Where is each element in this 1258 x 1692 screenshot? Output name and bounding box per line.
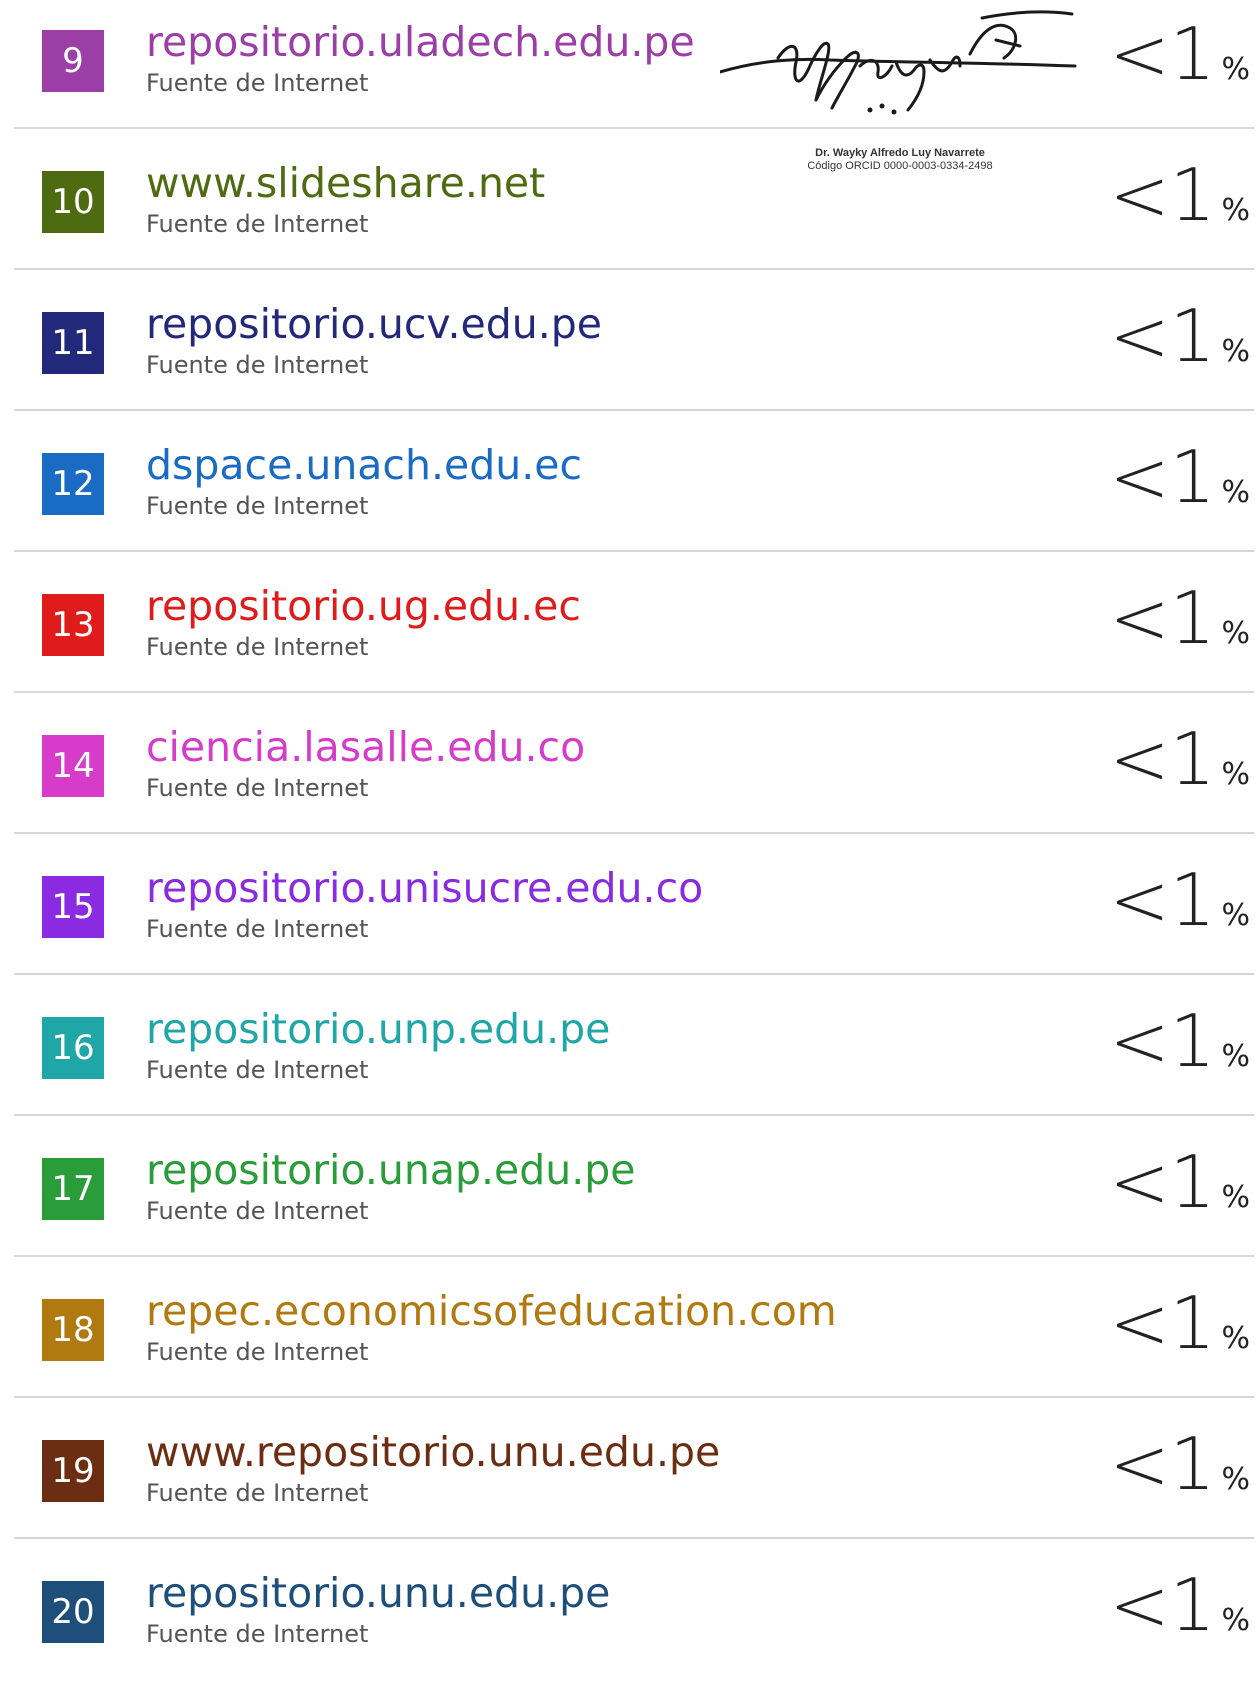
handwritten-signature-image <box>718 10 1077 115</box>
source-link[interactable]: www.slideshare.net <box>146 159 545 207</box>
match-percentage: <1% <box>1109 437 1250 517</box>
match-percentage: <1% <box>1109 1283 1250 1363</box>
source-row-19: 19 www.repositorio.unu.edu.pe Fuente de … <box>0 1410 1258 1551</box>
percent-sign: % <box>1221 757 1250 792</box>
source-number-badge: 18 <box>42 1299 104 1361</box>
row-divider <box>14 691 1254 693</box>
source-row-12: 12 dspace.unach.edu.ec Fuente de Interne… <box>0 423 1258 564</box>
match-percentage: <1% <box>1109 578 1250 658</box>
source-link[interactable]: repositorio.unisucre.edu.co <box>146 864 703 912</box>
percent-sign: % <box>1221 898 1250 933</box>
percent-value: <1 <box>1109 999 1216 1083</box>
source-link[interactable]: repositorio.uladech.edu.pe <box>146 18 695 66</box>
source-number-badge: 19 <box>42 1440 104 1502</box>
source-link[interactable]: www.repositorio.unu.edu.pe <box>146 1428 720 1476</box>
source-link[interactable]: repositorio.unu.edu.pe <box>146 1569 610 1617</box>
signature-block: Dr. Wayky Alfredo Luy Navarrete Código O… <box>718 0 1080 182</box>
percent-value: <1 <box>1109 1140 1216 1224</box>
source-row-14: 14 ciencia.lasalle.edu.co Fuente de Inte… <box>0 705 1258 846</box>
source-number-badge: 11 <box>42 312 104 374</box>
source-type: Fuente de Internet <box>146 210 369 238</box>
match-percentage: <1% <box>1109 1424 1250 1504</box>
source-row-16: 16 repositorio.unp.edu.pe Fuente de Inte… <box>0 987 1258 1128</box>
percent-sign: % <box>1221 1462 1250 1497</box>
source-row-11: 11 repositorio.ucv.edu.pe Fuente de Inte… <box>0 282 1258 423</box>
source-link[interactable]: repositorio.ucv.edu.pe <box>146 300 602 348</box>
percent-sign: % <box>1221 1039 1250 1074</box>
source-type: Fuente de Internet <box>146 915 369 943</box>
source-link[interactable]: repositorio.unap.edu.pe <box>146 1146 636 1194</box>
source-number-badge: 12 <box>42 453 104 515</box>
match-percentage: <1% <box>1109 296 1250 376</box>
source-type: Fuente de Internet <box>146 492 369 520</box>
percent-value: <1 <box>1109 1422 1216 1506</box>
percent-sign: % <box>1221 475 1250 510</box>
source-number-badge: 10 <box>42 171 104 233</box>
percent-value: <1 <box>1109 12 1216 96</box>
source-type: Fuente de Internet <box>146 351 369 379</box>
row-divider <box>14 973 1254 975</box>
source-type: Fuente de Internet <box>146 774 369 802</box>
percent-value: <1 <box>1109 1281 1216 1365</box>
match-percentage: <1% <box>1109 1001 1250 1081</box>
source-number-badge: 13 <box>42 594 104 656</box>
source-type: Fuente de Internet <box>146 1479 369 1507</box>
row-divider <box>14 1255 1254 1257</box>
signature-orcid: Código ORCID 0000-0003-0334-2498 <box>807 160 993 172</box>
source-type: Fuente de Internet <box>146 1338 369 1366</box>
source-type: Fuente de Internet <box>146 1056 369 1084</box>
source-number-badge: 9 <box>42 30 104 92</box>
source-link[interactable]: ciencia.lasalle.edu.co <box>146 723 585 771</box>
source-number-badge: 15 <box>42 876 104 938</box>
source-link[interactable]: repositorio.unp.edu.pe <box>146 1005 610 1053</box>
signature-name: Dr. Wayky Alfredo Luy Navarrete <box>815 147 985 159</box>
percent-value: <1 <box>1109 576 1216 660</box>
source-type: Fuente de Internet <box>146 1197 369 1225</box>
source-number-badge: 20 <box>42 1581 104 1643</box>
source-number-badge: 14 <box>42 735 104 797</box>
source-row-17: 17 repositorio.unap.edu.pe Fuente de Int… <box>0 1128 1258 1269</box>
match-percentage: <1% <box>1109 719 1250 799</box>
match-percentage: <1% <box>1109 1565 1250 1645</box>
source-link[interactable]: repositorio.ug.edu.ec <box>146 582 581 630</box>
percent-value: <1 <box>1109 435 1216 519</box>
match-percentage: <1% <box>1109 155 1250 235</box>
row-divider <box>14 409 1254 411</box>
source-number-badge: 17 <box>42 1158 104 1220</box>
percent-value: <1 <box>1109 717 1216 801</box>
row-divider <box>14 550 1254 552</box>
source-row-13: 13 repositorio.ug.edu.ec Fuente de Inter… <box>0 564 1258 705</box>
percent-sign: % <box>1221 1321 1250 1356</box>
match-percentage: <1% <box>1109 1142 1250 1222</box>
percent-sign: % <box>1221 1603 1250 1638</box>
percent-value: <1 <box>1109 858 1216 942</box>
percent-sign: % <box>1221 616 1250 651</box>
match-percentage: <1% <box>1109 14 1250 94</box>
source-row-20: 20 repositorio.unu.edu.pe Fuente de Inte… <box>0 1551 1258 1692</box>
percent-value: <1 <box>1109 294 1216 378</box>
match-percentage: <1% <box>1109 860 1250 940</box>
percent-sign: % <box>1221 334 1250 369</box>
percent-sign: % <box>1221 52 1250 87</box>
source-type: Fuente de Internet <box>146 69 369 97</box>
source-row-18: 18 repec.economicsofeducation.com Fuente… <box>0 1269 1258 1410</box>
source-number-badge: 16 <box>42 1017 104 1079</box>
row-divider <box>14 268 1254 270</box>
row-divider <box>14 1537 1254 1539</box>
percent-value: <1 <box>1109 153 1216 237</box>
row-divider <box>14 1396 1254 1398</box>
percent-value: <1 <box>1109 1563 1216 1647</box>
source-type: Fuente de Internet <box>146 633 369 661</box>
row-divider <box>14 1114 1254 1116</box>
row-divider <box>14 832 1254 834</box>
source-type: Fuente de Internet <box>146 1620 369 1648</box>
source-row-15: 15 repositorio.unisucre.edu.co Fuente de… <box>0 846 1258 987</box>
source-link[interactable]: repec.economicsofeducation.com <box>146 1287 837 1335</box>
percent-sign: % <box>1221 1180 1250 1215</box>
source-link[interactable]: dspace.unach.edu.ec <box>146 441 582 489</box>
percent-sign: % <box>1221 193 1250 228</box>
